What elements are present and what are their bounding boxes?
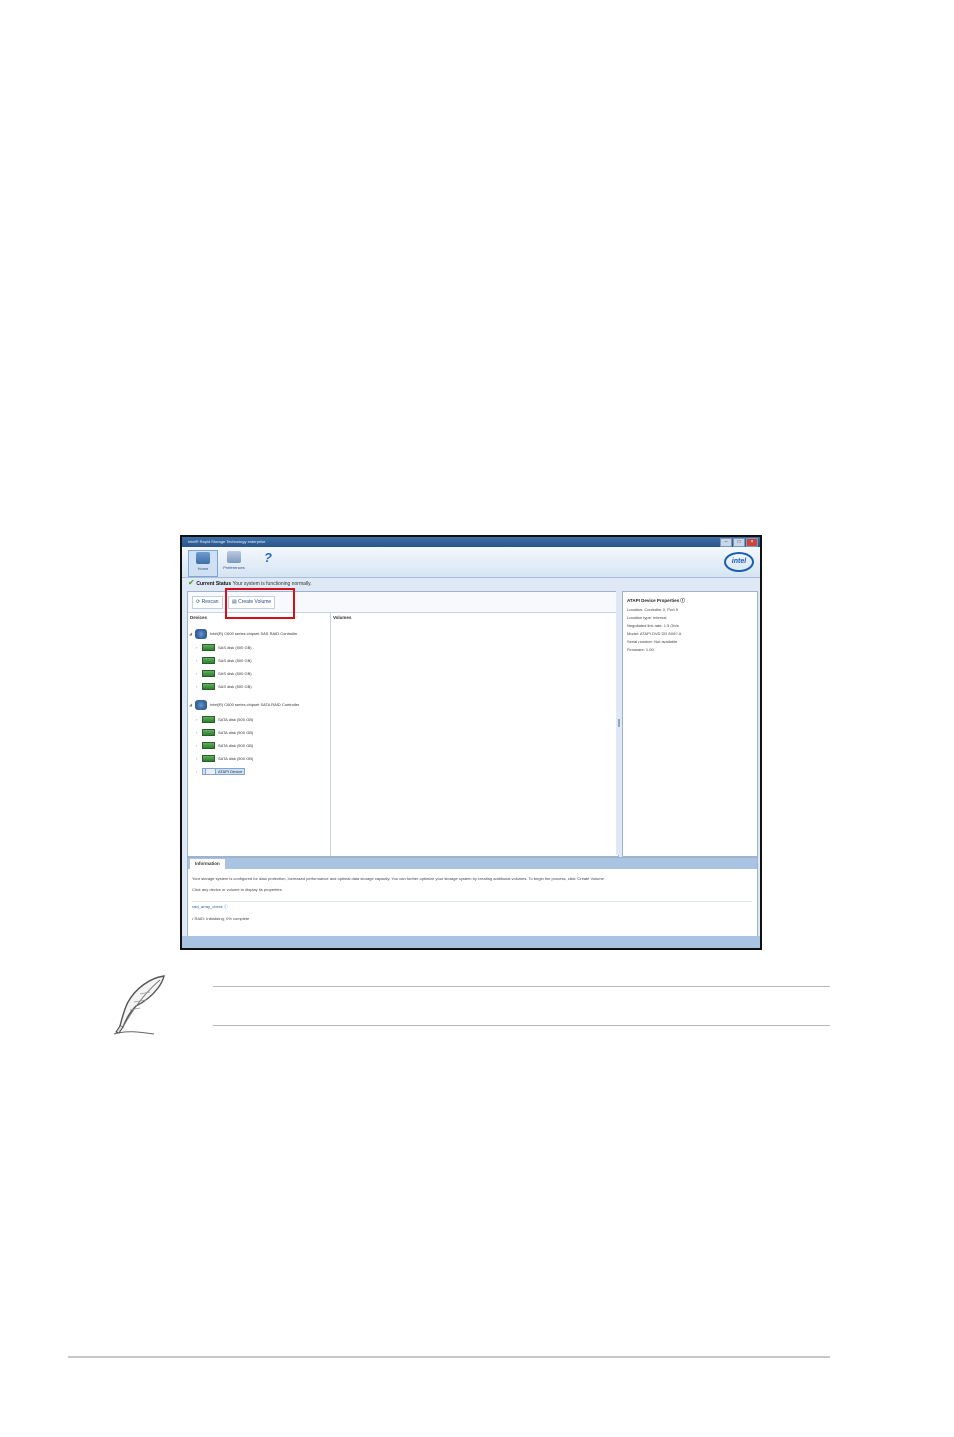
status-text: Your system is functioning normally. [232,581,312,587]
disk-label: SAS disk (500 GB) [218,658,252,663]
property-row: Model: ATAPI DVD DD 8X8? A [627,631,682,636]
information-panel: Information Your storage system is confi… [187,857,758,937]
controller-name: Intel(R) C600 series chipset SATA RAID C… [210,702,300,708]
actions-bar: ⟳ Rescan ▤ Create Volume [188,588,618,619]
footer-rule [68,1356,830,1358]
property-row: Serial number: Not available [627,639,678,644]
property-row: Firmware: 1.00 [627,647,654,652]
home-label: Home [197,566,209,571]
disk-icon [202,644,215,652]
devices-column: Devices ◢ Intel(R) C600 series chipset SA… [188,613,331,856]
controller-icon [195,629,207,639]
divider [192,901,752,902]
help-icon: ? [264,550,272,565]
disk-icon [202,657,215,665]
help-icon[interactable]: ⓘ [680,598,685,603]
disk-row[interactable]: › SAS disk (500 GB) [196,643,252,653]
devices-header: Devices [190,615,208,620]
volumes-header: Volumes [333,615,352,620]
properties-title: ATAPI Device Properties ⓘ [627,598,685,603]
controller-icon [195,700,207,710]
disk-icon [202,729,215,737]
property-row: Location type: Internal [627,615,667,620]
app-screenshot: Intel® Rapid Storage Technology enterpri… [180,535,762,950]
minimize-button[interactable]: – [720,538,732,547]
volumes-column: Volumes [331,613,616,856]
preferences-icon [227,551,241,563]
checkmark-icon: ✔ [188,578,195,587]
preferences-label: Preferences [223,565,245,570]
window-controls: – □ × [720,538,758,547]
disk-icon [202,742,215,750]
disk-label: SATA disk (500 GB) [218,756,254,761]
report-line: • RAID: Initializing, 0% complete [192,916,250,921]
report-link[interactable]: raid_array_check ⓘ [192,904,228,910]
disk-row[interactable]: › SATA disk (500 GB) [196,728,253,738]
optical-drive-icon [205,768,216,776]
title-bar: Intel® Rapid Storage Technology enterpri… [182,537,760,547]
info-text: Click any device or volume to display it… [192,887,283,892]
toolbar: Home Preferences ? intel [182,547,760,578]
disk-label: SATA disk (500 GB) [218,730,254,735]
home-button[interactable]: Home [188,550,218,577]
controller-row[interactable]: ◢ Intel(R) C600 series chipset SATA RAID … [189,700,299,710]
info-tab-bar: Information [188,858,757,869]
atapi-device-row[interactable]: › ATAPI Device [196,767,246,777]
help-button[interactable]: ? [260,550,276,575]
quill-pen-icon [113,975,165,1035]
status-heading: Current Status [196,581,232,587]
tab-information[interactable]: Information [190,859,225,869]
disk-row[interactable]: › SAS disk (500 GB) [196,669,252,679]
disk-row[interactable]: › SATA disk (500 GB) [196,754,253,764]
disk-row[interactable]: › SAS disk (500 GB) [196,682,252,692]
controller-name: Intel(R) C600 series chipset SAS RAID Co… [210,631,298,637]
note-divider-top [213,986,830,987]
property-row: Negotiated link rate: 1.5 Gb/s [627,623,679,628]
disk-label: SAS disk (500 GB) [218,671,252,676]
atapi-device-label: ATAPI Device [218,769,243,774]
disk-row[interactable]: › SATA disk (500 GB) [196,741,253,751]
disk-label: SAS disk (500 GB) [218,645,252,650]
properties-panel: ATAPI Device Properties ⓘ Location: Cont… [622,591,758,857]
disk-label: SATA disk (500 GB) [218,717,254,722]
main-panel: ⟳ Rescan ▤ Create Volume Devices ◢ Intel(… [187,588,619,857]
atapi-device-item[interactable]: ATAPI Device [202,768,246,776]
info-text: Your storage system is configured for da… [192,876,606,881]
home-icon [196,552,210,564]
disk-icon [202,670,215,678]
window-title: Intel® Rapid Storage Technology enterpri… [188,539,266,544]
bottom-bar [182,936,760,948]
splitter-grip-icon [618,719,620,727]
property-row: Location: Controller 0, Port 5 [627,607,678,612]
disk-label: SATA disk (500 GB) [218,743,254,748]
preferences-button[interactable]: Preferences [220,550,248,575]
controller-row[interactable]: ◢ Intel(R) C600 series chipset SAS RAID C… [189,629,298,639]
rescan-label: Rescan [201,599,219,605]
disk-icon [202,716,215,724]
help-icon: ⓘ [223,904,228,909]
close-button[interactable]: × [746,538,758,547]
disk-label: SAS disk (500 GB) [218,684,252,689]
disk-icon [202,755,215,763]
note-divider-bottom [213,1025,830,1026]
maximize-button[interactable]: □ [733,538,745,547]
disk-row[interactable]: › SATA disk (500 GB) [196,715,253,725]
rescan-button[interactable]: ⟳ Rescan [192,596,223,609]
disk-icon [202,683,215,691]
intel-logo: intel [724,552,754,572]
disk-row[interactable]: › SAS disk (500 GB) [196,656,252,666]
